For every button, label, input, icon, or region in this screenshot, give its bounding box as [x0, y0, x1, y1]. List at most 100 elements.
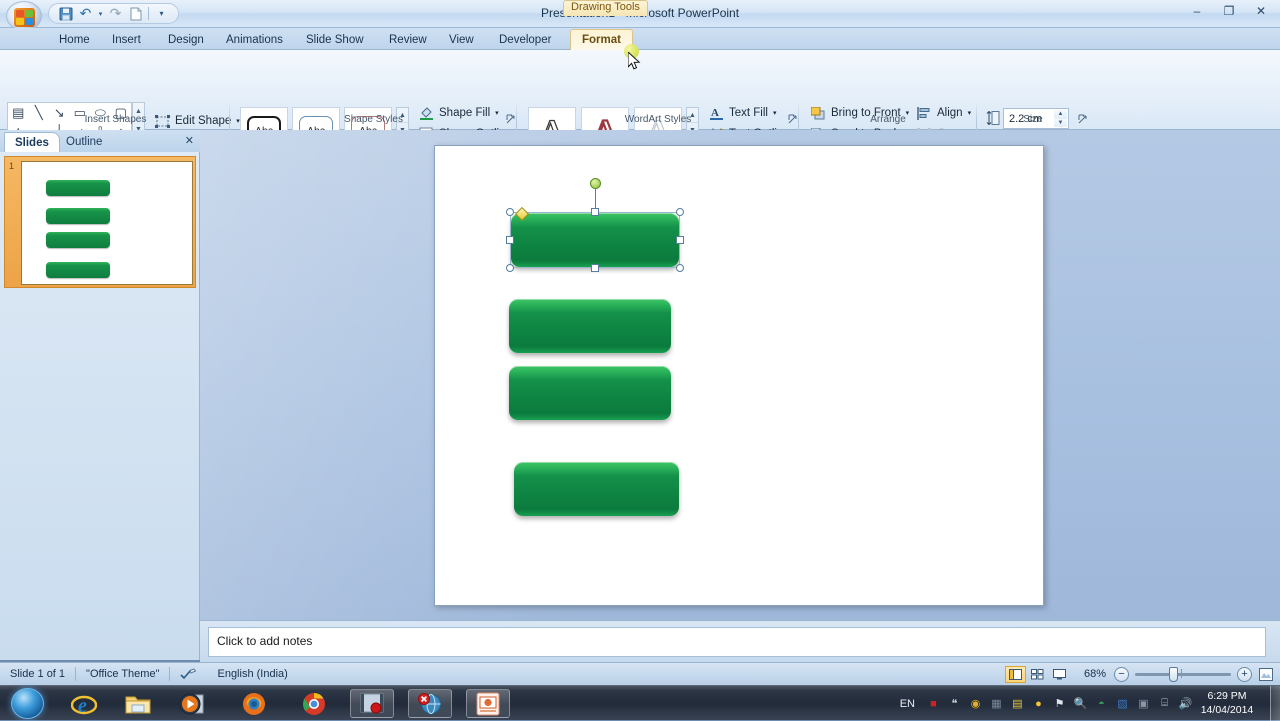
- clock-date: 14/04/2014: [1200, 704, 1254, 716]
- ribbon-tab-label: Developer: [499, 33, 552, 46]
- ribbon-tab-strip: Home Insert Design Animations Slide Show Revi…: [0, 28, 1280, 50]
- start-button[interactable]: [4, 685, 52, 721]
- taskbar-screen-recorder[interactable]: [350, 689, 394, 718]
- tray-circle-icon[interactable]: ●: [1030, 695, 1047, 712]
- tab-slides[interactable]: Slides: [4, 132, 60, 152]
- rounded-rect-2[interactable]: [509, 299, 671, 353]
- taskbar-windows-explorer[interactable]: [116, 689, 160, 718]
- ribbon-tab-view[interactable]: View: [438, 29, 485, 50]
- thumb-shape: [46, 262, 110, 278]
- ribbon-tab-slide-show[interactable]: Slide Show: [295, 29, 375, 50]
- ribbon-tab-insert[interactable]: Insert: [101, 29, 152, 50]
- ribbon-tab-label: Insert: [112, 33, 141, 46]
- view-normal-icon[interactable]: [1004, 665, 1026, 683]
- taskbar-browser-blocked[interactable]: [408, 689, 452, 718]
- selection-bounding-box: [510, 212, 680, 268]
- tray-sync-icon[interactable]: ▧: [1114, 695, 1131, 712]
- taskbar: e EN ■ ❝ ◉ ▦ ▤ ● ⚑ 🔍 ◓ ▧ ▣ ⌸ 🔊 6:29 PM 14/04/2014: [0, 685, 1280, 721]
- mouse-cursor-icon: [627, 50, 642, 75]
- slide-count[interactable]: Slide 1 of 1: [0, 663, 75, 686]
- taskbar-internet-explorer[interactable]: e: [62, 689, 106, 718]
- ribbon-tab-animations[interactable]: Animations: [215, 29, 294, 50]
- resize-handle-nw[interactable]: [506, 208, 514, 216]
- slide-thumbnail-1[interactable]: 1: [4, 156, 196, 288]
- tray-speech-icon[interactable]: ❝: [946, 695, 963, 712]
- tray-language-indicator[interactable]: EN: [900, 698, 921, 710]
- zoom-slider-thumb[interactable]: [1169, 667, 1178, 682]
- zoom-level[interactable]: 68%: [1076, 663, 1114, 686]
- ribbon-group-label-size: Size: [1023, 114, 1043, 125]
- minimize-button[interactable]: –: [1182, 2, 1212, 20]
- system-tray: EN ■ ❝ ◉ ▦ ▤ ● ⚑ 🔍 ◓ ▧ ▣ ⌸ 🔊: [900, 686, 1194, 721]
- tray-volume-icon[interactable]: 🔊: [1177, 695, 1194, 712]
- thumb-shape: [46, 180, 110, 196]
- zoom-out-button[interactable]: −: [1114, 666, 1129, 682]
- ribbon-group-label-shape-styles: Shape Styles: [344, 114, 403, 125]
- ribbon-tab-label: Slide Show: [306, 33, 364, 46]
- thumb-shape: [46, 232, 110, 248]
- tray-search-icon[interactable]: 🔍: [1072, 695, 1089, 712]
- rotation-handle[interactable]: [590, 178, 601, 189]
- ribbon-tab-label: Format: [582, 34, 621, 46]
- ribbon-tab-developer[interactable]: Developer: [488, 29, 562, 50]
- fit-slide-to-window-icon[interactable]: [1252, 663, 1280, 686]
- rounded-rect-4[interactable]: [514, 462, 679, 516]
- close-button[interactable]: ✕: [1246, 2, 1276, 20]
- language-indicator[interactable]: English (India): [207, 663, 297, 686]
- slide-thumbnail-number: 1: [9, 161, 15, 171]
- dialog-launcher-wordart-styles[interactable]: [788, 114, 799, 125]
- zoom-in-button[interactable]: +: [1237, 666, 1252, 682]
- slide-thumbnail-canvas: [21, 161, 193, 285]
- resize-handle-se[interactable]: [676, 264, 684, 272]
- powerpoint-window: ↶ ▾ ↷ ▾ Presentation1 - Microsoft PowerP…: [0, 0, 1280, 721]
- tray-disk-icon[interactable]: ◓: [1093, 695, 1110, 712]
- close-pane-icon[interactable]: ✕: [185, 134, 194, 147]
- windows-logo-icon: [11, 688, 44, 719]
- zoom-slider-track[interactable]: [1135, 672, 1231, 676]
- view-slide-show-icon[interactable]: [1049, 666, 1070, 683]
- drawing-tools-label: Drawing Tools: [571, 1, 640, 13]
- tray-flag-icon[interactable]: ⚑: [1051, 695, 1068, 712]
- tray-chrome-icon[interactable]: ◉: [967, 695, 984, 712]
- taskbar-clock[interactable]: 6:29 PM 14/04/2014: [1198, 689, 1256, 717]
- notes-pane: Click to add notes: [200, 620, 1280, 662]
- notes-placeholder[interactable]: Click to add notes: [208, 627, 1266, 657]
- tray-monitor-icon[interactable]: ▣: [1135, 695, 1152, 712]
- tab-outline[interactable]: Outline: [56, 132, 112, 152]
- taskbar-powerpoint[interactable]: [466, 689, 510, 718]
- restore-button[interactable]: ❐: [1214, 2, 1244, 20]
- show-desktop-button[interactable]: [1270, 686, 1280, 721]
- taskbar-firefox[interactable]: [232, 689, 276, 718]
- slides-pane-tabs: Slides Outline ✕: [0, 130, 200, 152]
- tray-app-icon[interactable]: ▦: [988, 695, 1005, 712]
- theme-name[interactable]: "Office Theme": [76, 663, 169, 686]
- resize-handle-n[interactable]: [591, 208, 599, 216]
- resize-handle-w[interactable]: [506, 236, 514, 244]
- spellcheck-icon[interactable]: [170, 663, 207, 686]
- ribbon-tab-design[interactable]: Design: [157, 29, 215, 50]
- tray-calendar-icon[interactable]: ▤: [1009, 695, 1026, 712]
- ribbon-tab-format[interactable]: Format: [570, 29, 633, 50]
- rounded-rect-3[interactable]: [509, 366, 671, 420]
- ribbon-tab-label: View: [449, 33, 474, 46]
- resize-handle-s[interactable]: [591, 264, 599, 272]
- resize-handle-ne[interactable]: [676, 208, 684, 216]
- ribbon-group-label-arrange: Arrange: [870, 114, 906, 125]
- view-slide-sorter-icon[interactable]: [1027, 666, 1048, 683]
- tray-network-icon[interactable]: ⌸: [1156, 695, 1173, 712]
- resize-handle-e[interactable]: [676, 236, 684, 244]
- slide-canvas[interactable]: [434, 145, 1044, 606]
- ribbon-tab-label: Home: [59, 33, 90, 46]
- resize-handle-sw[interactable]: [506, 264, 514, 272]
- title-bar: ↶ ▾ ↷ ▾ Presentation1 - Microsoft PowerP…: [0, 0, 1280, 31]
- dialog-launcher-size[interactable]: [1078, 114, 1089, 125]
- taskbar-chrome[interactable]: [292, 689, 336, 718]
- taskbar-media-player[interactable]: [170, 689, 214, 718]
- slide-workspace[interactable]: [200, 130, 1280, 620]
- ribbon-tab-home[interactable]: Home: [48, 29, 101, 50]
- ribbon-tab-review[interactable]: Review: [378, 29, 438, 50]
- clock-time: 6:29 PM: [1207, 690, 1247, 702]
- ribbon-tab-label: Design: [168, 33, 204, 46]
- tray-recorder-icon[interactable]: ■: [925, 695, 942, 712]
- dialog-launcher-shape-styles[interactable]: [506, 114, 517, 125]
